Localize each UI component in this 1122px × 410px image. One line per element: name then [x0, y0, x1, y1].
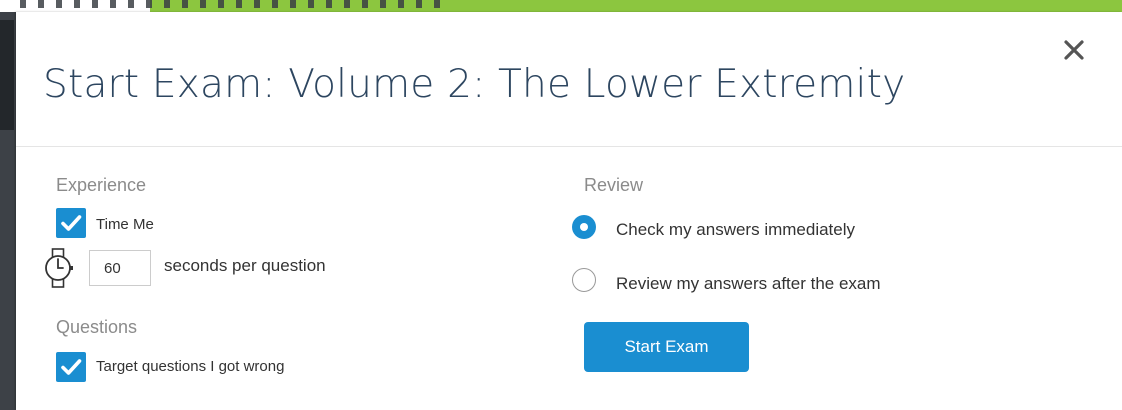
checkmark-icon — [61, 359, 82, 375]
start-exam-button[interactable]: Start Exam — [584, 322, 749, 372]
time-me-label: Time Me — [96, 216, 154, 233]
review-after-label: Review my answers after the exam — [616, 274, 881, 293]
modal-header: Start Exam: Volume 2: The Lower Extremit… — [16, 12, 1122, 147]
modal-title: Start Exam: Volume 2: The Lower Extremit… — [43, 62, 906, 107]
review-immediately-radio[interactable] — [572, 215, 596, 239]
checkmark-icon — [61, 215, 82, 231]
review-after-radio[interactable] — [572, 268, 596, 292]
questions-heading: Questions — [56, 317, 138, 337]
target-wrong-label: Target questions I got wrong — [96, 358, 285, 375]
review-heading: Review — [584, 175, 644, 195]
close-icon — [1064, 40, 1084, 60]
seconds-per-question-input[interactable] — [89, 250, 151, 286]
seconds-per-question-label: seconds per question — [164, 256, 326, 275]
review-immediately-label: Check my answers immediately — [616, 220, 856, 239]
time-me-checkbox[interactable] — [56, 208, 86, 238]
background-nav-strip — [20, 0, 440, 8]
experience-heading: Experience — [56, 175, 147, 195]
start-exam-modal: Start Exam: Volume 2: The Lower Extremit… — [16, 12, 1122, 410]
close-button[interactable] — [1060, 36, 1088, 64]
background-sidebar-shade — [0, 20, 14, 130]
stopwatch-icon — [45, 248, 73, 288]
target-wrong-checkbox[interactable] — [56, 352, 86, 382]
